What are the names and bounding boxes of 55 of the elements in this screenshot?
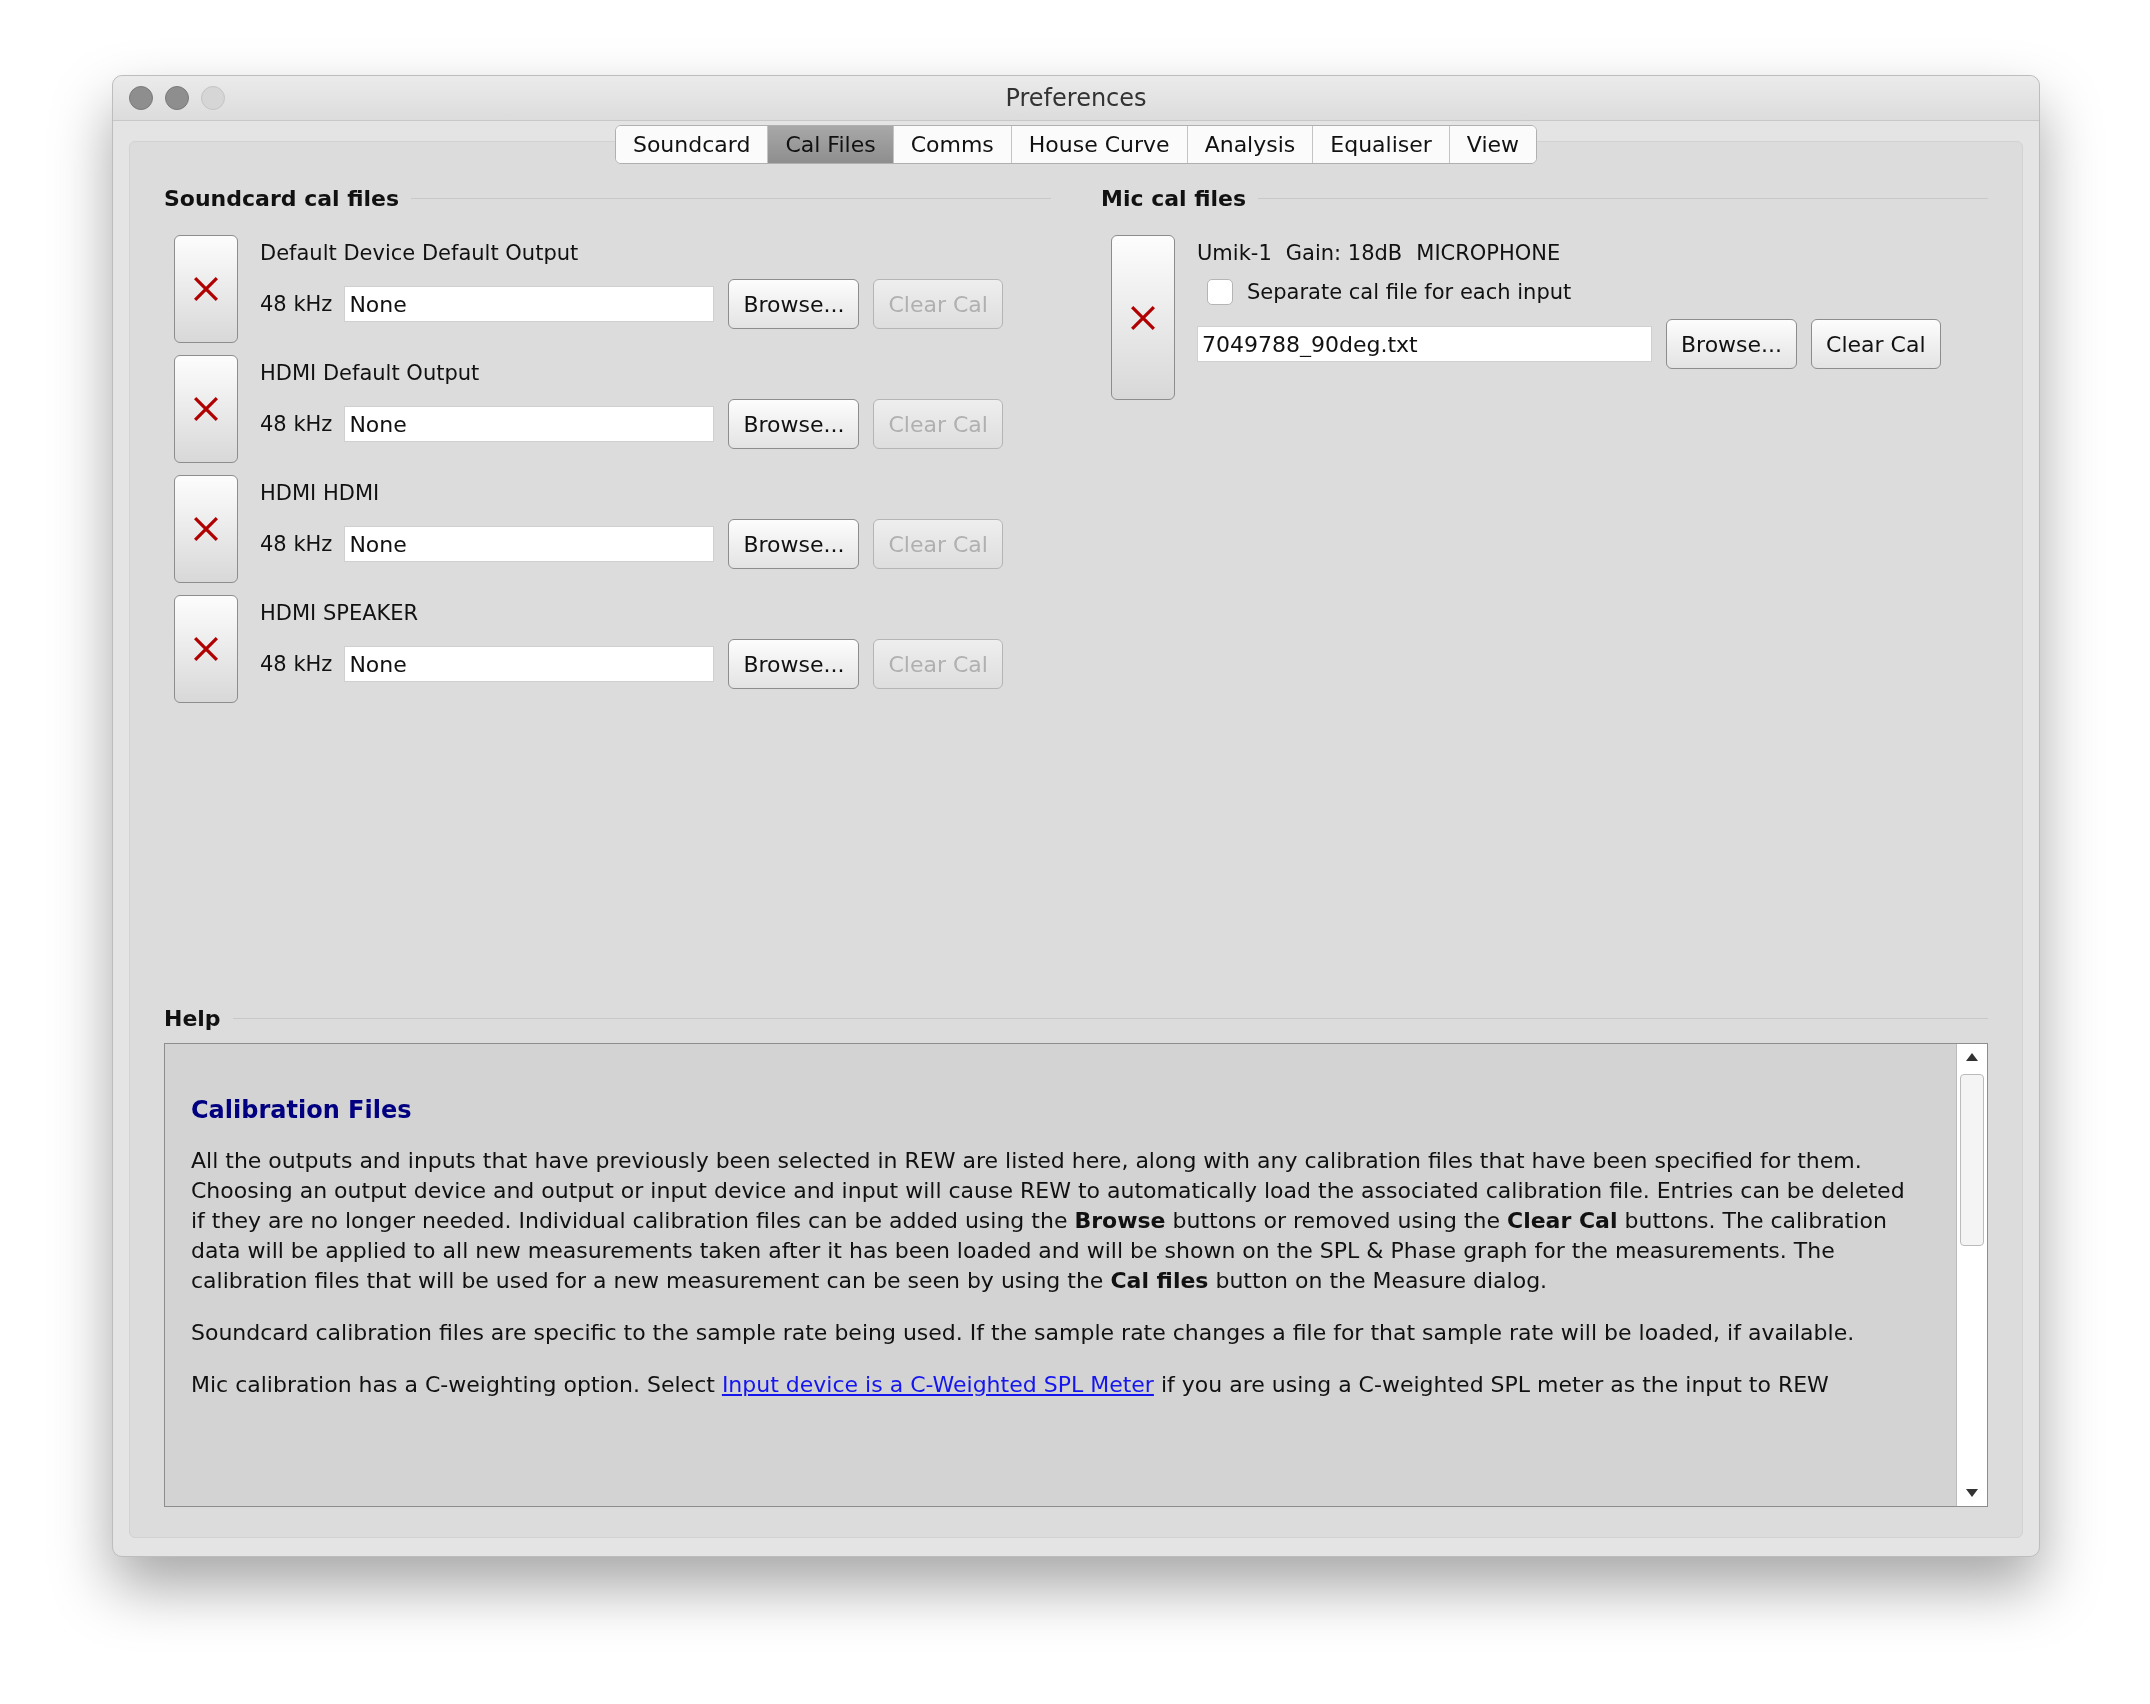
tab[interactable]: Analysis (1186, 126, 1313, 163)
sample-rate-label: 48 kHz (260, 532, 333, 556)
x-icon (193, 396, 219, 422)
delete-button[interactable] (174, 235, 238, 343)
checkbox[interactable] (1207, 279, 1233, 305)
section-title: Mic cal files (1101, 186, 1247, 211)
browse-button[interactable]: Browse... (728, 519, 860, 569)
cal-file-field[interactable]: 7049788_90deg.txt (1197, 326, 1652, 362)
checkbox-label: Separate cal file for each input (1247, 280, 1572, 304)
gain-label: Gain: 18dB (1285, 241, 1403, 265)
x-icon (193, 276, 219, 302)
help-paragraph: All the outputs and inputs that have previously been selected in REW are listed here, along with any calibration files that have been specified for them. Choosing an output device and output or input device and input will cause REW to automatically load the associated calibration file. Entries can be deleted if they are no longer needed. Individual calibration files can be added using the Browse buttons or removed using the Clear Cal buttons. The calibration data will be applied to all new measurements taken after it has been loaded and will be shown on the SPL & Phase graph for the measurements. The calibration files that will be used for a new measurement can be seen by using the Cal files button on the Measure dialog. (191, 1147, 1906, 1295)
tab[interactable]: Soundcard (615, 126, 768, 163)
x-icon (1130, 304, 1156, 331)
browse-button[interactable]: Browse... (728, 279, 860, 329)
device-label: HDMI SPEAKER (260, 601, 420, 625)
x-icon (193, 636, 219, 662)
cal-file-field[interactable]: None (344, 286, 715, 322)
tab[interactable]: Cal Files (767, 126, 893, 163)
sample-rate-label: 48 kHz (260, 652, 333, 676)
cal-file-field[interactable]: None (344, 406, 715, 442)
tab[interactable]: Comms (892, 126, 1011, 163)
help-paragraph: Soundcard calibration files are specific to the sample rate being used. If the sample rate changes a file for that sample rate will be loaded, if available. (191, 1319, 1856, 1347)
tab[interactable]: House Curve (1010, 126, 1187, 163)
delete-button[interactable] (174, 355, 238, 463)
tab[interactable]: Equaliser (1312, 126, 1449, 163)
browse-button[interactable]: Browse... (1666, 319, 1798, 369)
input-type-label: MICROPHONE (1416, 241, 1561, 265)
clear-cal-button[interactable]: Clear Cal (1811, 319, 1941, 369)
device-label: Default Device Default Output (260, 241, 580, 265)
x-icon (193, 516, 219, 542)
browse-button[interactable]: Browse... (728, 639, 860, 689)
close-button[interactable] (129, 86, 153, 110)
scroll-down-icon[interactable] (1965, 1488, 1979, 1498)
tab[interactable]: View (1448, 126, 1537, 163)
scroll-up-icon[interactable] (1965, 1052, 1979, 1062)
help-link[interactable]: Input device is a C-Weighted SPL Meter (721, 1372, 1154, 1397)
cal-file-field[interactable]: None (344, 526, 715, 562)
sample-rate-label: 48 kHz (260, 412, 333, 436)
minimize-button[interactable] (165, 86, 189, 110)
delete-button[interactable] (1111, 235, 1175, 400)
cal-file-field[interactable]: None (344, 646, 715, 682)
device-label: HDMI Default Output (260, 361, 481, 385)
section-title: Help (164, 1006, 221, 1031)
section-title: Soundcard cal files (164, 186, 400, 211)
window-title: Preferences (1005, 84, 1147, 112)
delete-button[interactable] (174, 475, 238, 583)
device-label: HDMI HDMI (260, 481, 381, 505)
mic-name-label: Umik-1 (1197, 241, 1272, 265)
delete-button[interactable] (174, 595, 238, 703)
help-paragraph: Mic calibration has a C-weighting option. Select Input device is a C-Weighted SPL Meter if you are using a C-weighted SPL meter as the input to REW (191, 1371, 1830, 1399)
help-heading: Calibration Files (191, 1096, 413, 1124)
sample-rate-label: 48 kHz (260, 292, 333, 316)
scrollbar[interactable] (1956, 1044, 1987, 1506)
browse-button[interactable]: Browse... (728, 399, 860, 449)
